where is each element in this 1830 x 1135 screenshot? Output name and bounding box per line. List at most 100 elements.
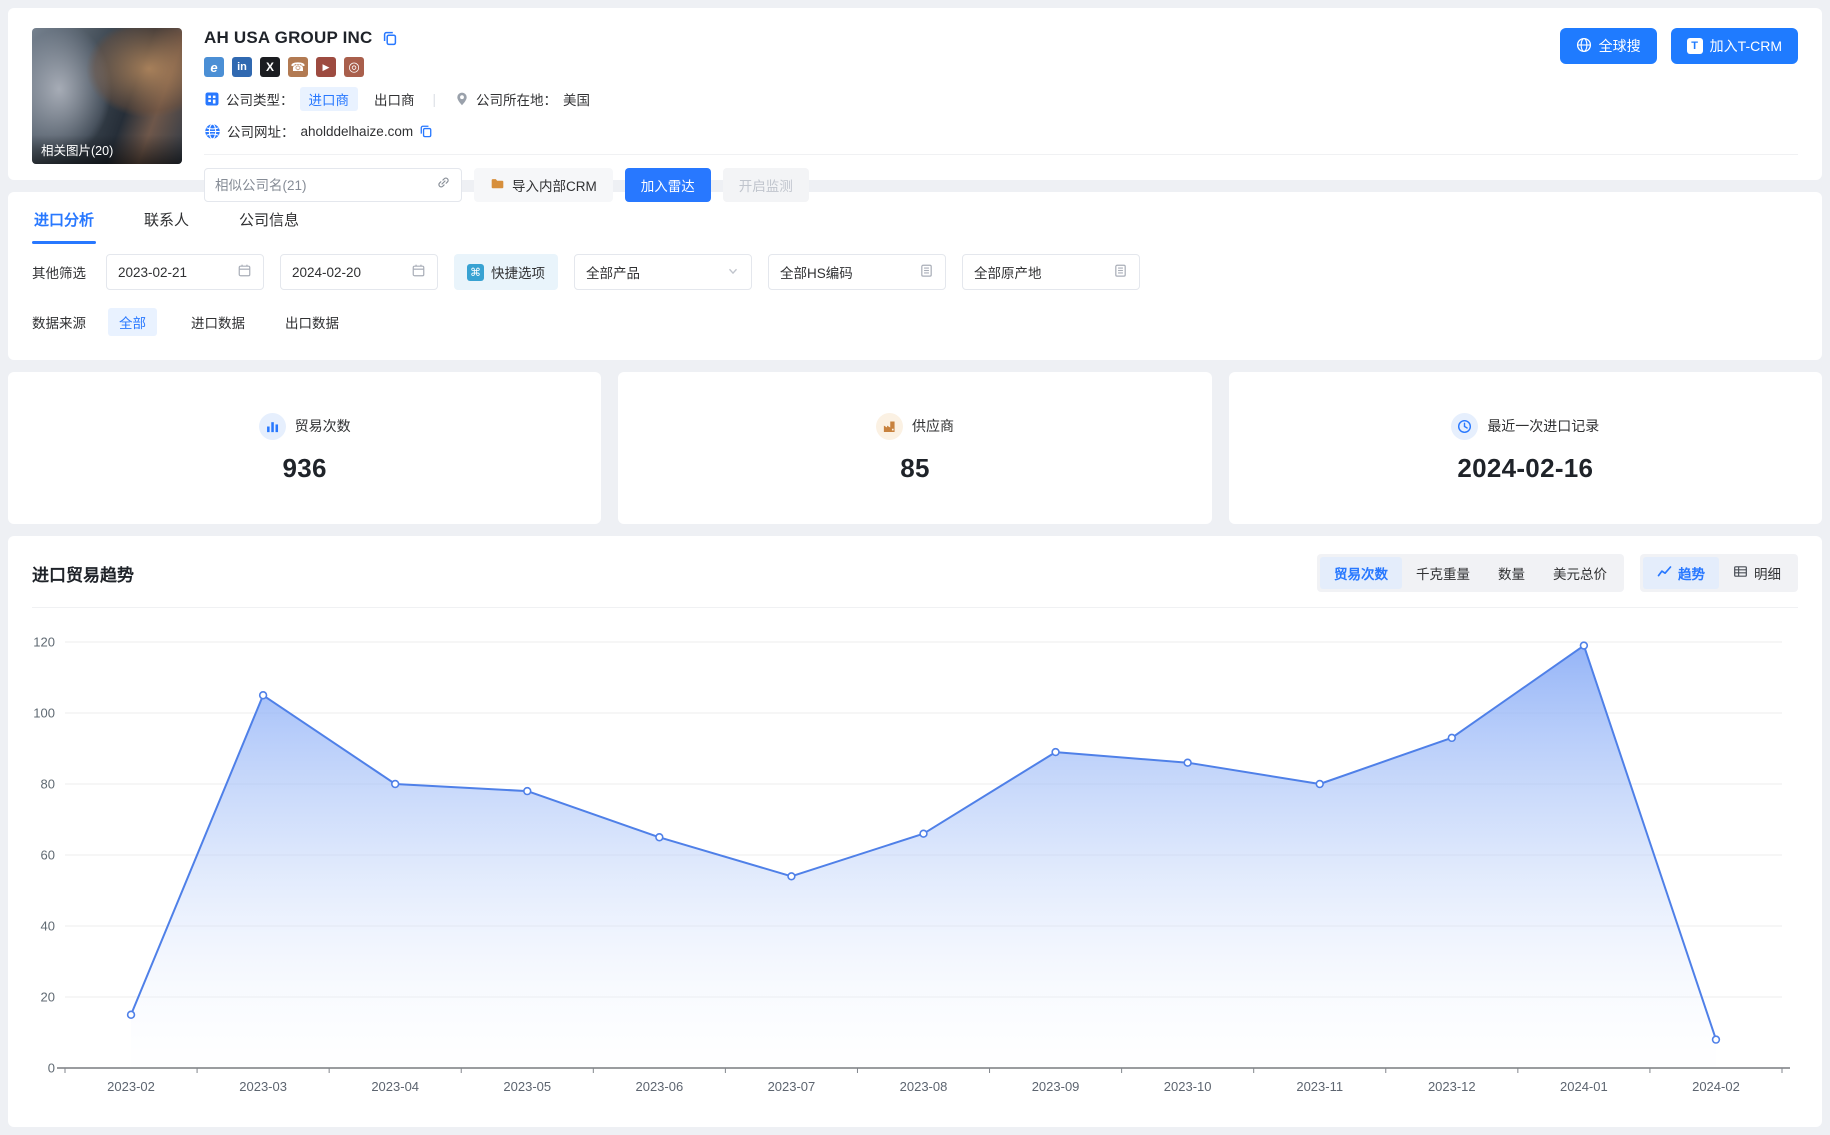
location-label: 公司所在地：	[476, 89, 557, 109]
data-source-row: 数据来源 全部 进口数据 出口数据	[32, 308, 1798, 336]
website-value[interactable]: aholddelhaize.com	[301, 124, 414, 139]
globe-icon	[204, 123, 221, 140]
line-chart-icon	[1657, 564, 1672, 582]
calendar-icon	[411, 263, 426, 281]
folder-icon	[490, 176, 505, 194]
global-search-button[interactable]: 全球搜	[1560, 28, 1657, 64]
import-crm-button[interactable]: 导入内部CRM	[474, 168, 613, 202]
date-from-input[interactable]	[118, 265, 214, 280]
bar-chart-icon	[259, 413, 286, 440]
quick-options-button[interactable]: ⌘ 快捷选项	[454, 254, 558, 290]
calendar-icon	[237, 263, 252, 281]
tcrm-icon: T	[1687, 38, 1703, 54]
location-value: 美国	[563, 89, 590, 109]
date-from-picker[interactable]	[106, 254, 264, 290]
tab-import-analysis[interactable]: 进口分析	[32, 192, 96, 244]
metric-switcher: 贸易次数 千克重量 数量 美元总价	[1317, 554, 1624, 592]
svg-text:2023-02: 2023-02	[107, 1079, 155, 1094]
view-switcher: 趋势 明细	[1640, 554, 1798, 592]
start-monitor-button[interactable]: 开启监测	[723, 168, 809, 202]
svg-text:60: 60	[41, 848, 55, 863]
stats-row: 贸易次数 936 供应商 85 最近一次进口记录 2024-02-16	[8, 372, 1822, 524]
instagram-icon[interactable]: ◎	[344, 57, 364, 77]
metric-trade-count[interactable]: 贸易次数	[1320, 557, 1402, 589]
copy-icon[interactable]	[382, 30, 398, 46]
factory-icon	[876, 413, 903, 440]
data-source-label: 数据来源	[32, 312, 86, 332]
svg-text:2023-06: 2023-06	[635, 1079, 683, 1094]
add-radar-button[interactable]: 加入雷达	[625, 168, 711, 202]
company-type-label: 公司类型：	[226, 89, 294, 109]
chart-toolbar: 贸易次数 千克重量 数量 美元总价 趋势	[1317, 554, 1798, 592]
command-icon: ⌘	[467, 264, 484, 281]
company-type-exporter[interactable]: 出口商	[374, 89, 415, 109]
source-export-data[interactable]: 出口数据	[285, 312, 339, 332]
svg-text:2023-08: 2023-08	[900, 1079, 948, 1094]
chart-title: 进口贸易趋势	[32, 561, 134, 586]
page: 相关图片(20) AH USA GROUP INC e in X ☎ ▶ ◎	[0, 0, 1830, 1135]
svg-text:40: 40	[41, 919, 55, 934]
svg-text:2023-11: 2023-11	[1296, 1079, 1343, 1094]
svg-text:2023-03: 2023-03	[239, 1079, 287, 1094]
similar-company-input[interactable]	[215, 178, 436, 193]
view-trend[interactable]: 趋势	[1643, 557, 1719, 589]
link-icon	[436, 175, 451, 195]
list-doc-icon	[919, 263, 934, 281]
stat-value-last-import: 2024-02-16	[1457, 453, 1593, 484]
svg-text:120: 120	[33, 635, 55, 650]
metric-usd-total[interactable]: 美元总价	[1539, 557, 1621, 589]
trend-chart: 0204060801001202023-022023-032023-042023…	[32, 616, 1798, 1102]
company-type-importer[interactable]: 进口商	[300, 87, 359, 111]
website-label: 公司网址：	[227, 121, 295, 141]
company-photo[interactable]: 相关图片(20)	[32, 28, 182, 164]
svg-text:100: 100	[33, 706, 55, 721]
company-building-icon	[204, 91, 220, 107]
svg-text:2024-01: 2024-01	[1560, 1079, 1608, 1094]
globe-white-icon	[1576, 37, 1592, 56]
svg-text:20: 20	[41, 990, 55, 1005]
youtube-icon[interactable]: ▶	[316, 57, 336, 77]
stat-label: 最近一次进口记录	[1487, 416, 1599, 436]
company-name: AH USA GROUP INC	[204, 28, 373, 48]
tab-company-info[interactable]: 公司信息	[237, 192, 301, 244]
svg-text:80: 80	[41, 777, 55, 792]
svg-text:2023-07: 2023-07	[768, 1079, 816, 1094]
linkedin-icon[interactable]: in	[232, 57, 252, 77]
source-all[interactable]: 全部	[108, 308, 157, 336]
date-to-input[interactable]	[292, 265, 388, 280]
view-detail[interactable]: 明细	[1719, 557, 1795, 589]
stat-card-last-import: 最近一次进口记录 2024-02-16	[1229, 372, 1822, 524]
x-icon[interactable]: X	[260, 57, 280, 77]
list-doc-icon	[1113, 263, 1128, 281]
location-pin-icon	[454, 91, 470, 107]
copy-website-icon[interactable]	[419, 124, 433, 138]
svg-text:2024-02: 2024-02	[1692, 1079, 1740, 1094]
filter-row: 其他筛选 ⌘ 快捷选项 全部产品	[32, 254, 1798, 290]
table-icon	[1733, 564, 1748, 582]
svg-text:2023-05: 2023-05	[503, 1079, 551, 1094]
other-filters-label: 其他筛选	[32, 262, 86, 282]
stat-value-suppliers: 85	[900, 453, 930, 484]
source-import-data[interactable]: 进口数据	[191, 312, 245, 332]
stat-label: 供应商	[912, 416, 954, 436]
metric-weight-kg[interactable]: 千克重量	[1402, 557, 1484, 589]
stat-card-suppliers: 供应商 85	[618, 372, 1211, 524]
origin-select[interactable]: 全部原产地	[962, 254, 1140, 290]
analysis-tabs-card: 进口分析 联系人 公司信息 其他筛选 ⌘ 快捷选项	[8, 192, 1822, 360]
phone-icon[interactable]: ☎	[288, 57, 308, 77]
svg-text:2023-09: 2023-09	[1032, 1079, 1080, 1094]
svg-text:2023-12: 2023-12	[1428, 1079, 1476, 1094]
import-trend-card: 进口贸易趋势 贸易次数 千克重量 数量 美元总价 趋势	[8, 536, 1822, 1127]
stat-card-trade-count: 贸易次数 936	[8, 372, 601, 524]
tab-contacts[interactable]: 联系人	[142, 192, 191, 244]
metric-quantity[interactable]: 数量	[1484, 557, 1539, 589]
date-to-picker[interactable]	[280, 254, 438, 290]
join-tcrm-button[interactable]: T 加入T-CRM	[1671, 28, 1798, 64]
product-select[interactable]: 全部产品	[574, 254, 752, 290]
related-images-caption[interactable]: 相关图片(20)	[32, 135, 182, 164]
trend-chart-area[interactable]: 0204060801001202023-022023-032023-042023…	[32, 616, 1798, 1117]
browser-icon[interactable]: e	[204, 57, 224, 77]
svg-text:2023-10: 2023-10	[1164, 1079, 1212, 1094]
hs-code-select[interactable]: 全部HS编码	[768, 254, 946, 290]
stat-label: 贸易次数	[295, 416, 351, 436]
